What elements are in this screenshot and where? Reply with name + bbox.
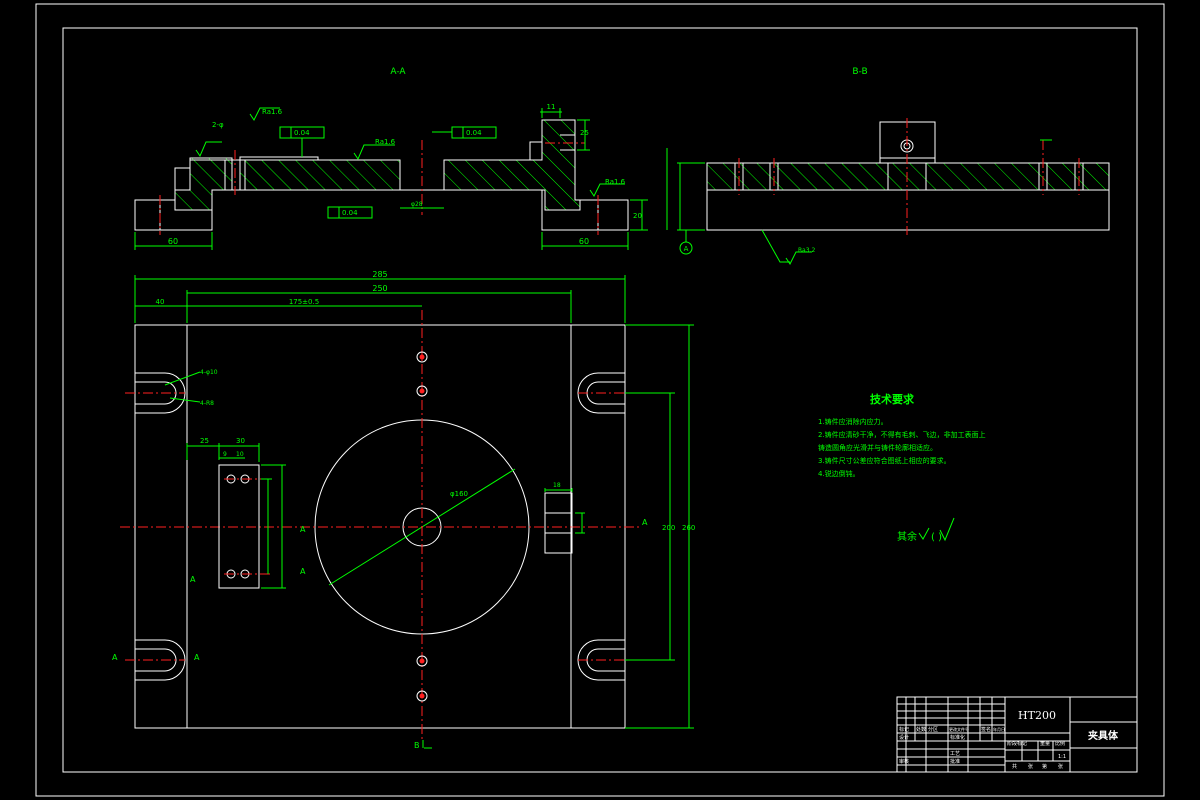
tech-req-line-5: 4.锐边倒钝。 [818,469,860,478]
tb-part-name: 夹具体 [1088,729,1119,742]
roughness-check-icon-2 [939,517,955,542]
tb-scale-label: 比例 [1055,740,1065,747]
title-block: 标记 处数 分区 更改文件号 签名 年月日 设计 标准化 审核 工艺 批准 HT… [896,696,1138,773]
tech-req-line-3: 铸造圆角应光滑并与铸件轮廓相适应。 [818,443,937,452]
dim-60-right: 60 [579,237,589,246]
dim-10: 10 [236,451,244,458]
tb-sheet: 张 [1028,763,1033,770]
dim-4r8: 4-R8 [200,400,214,407]
tb-date: 年月日 [993,726,1005,732]
section-aa-hatch [174,119,581,211]
dim-11: 11 [547,103,556,111]
dim-260: 260 [682,524,695,532]
tb-sign: 签名 [981,726,991,733]
tb-scale: 1:1 [1058,754,1066,760]
u-slot-top-left [135,372,186,414]
section-mark-a-block-left: A [190,575,196,584]
tech-req-title: 技术要求 [870,392,915,406]
tolerance-2: 0.04 [466,129,482,137]
roughness-paren: ( ) [931,532,942,543]
dim-200: 200 [662,524,675,532]
tb-standard: 标准化 [950,734,965,741]
dim-20: 20 [633,212,642,220]
dim-2-phi: 2-φ [212,121,224,129]
section-bb-label: B-B [852,67,867,77]
tech-req-line-1: 1.铸件应消除内应力。 [818,417,888,426]
dim-250: 250 [372,284,387,293]
dim-285: 285 [372,270,387,279]
other-roughness-label: 其余 [897,530,917,543]
tb-count: 处数 [916,726,926,733]
tb-change-doc: 更改文件号 [949,726,969,732]
tb-zone: 分区 [928,726,938,733]
dim-block-25: 25 [200,437,209,445]
section-aa-view: 60 60 20 11 25 0.04 0.04 0.04 2-φ Ra1.6 [134,103,648,250]
plan-view: φ160 25 30 9 10 18 285 250 40 175±0.5 20… [112,270,695,750]
dim-block-30: 30 [236,437,245,445]
section-mark-b: B [414,741,420,750]
tech-req-line-4: 3.铸件尺寸公差应符合图纸上相应的要求。 [818,456,951,465]
tb-material: HT200 [1018,709,1056,722]
roughness-a: Ra1.6 [262,108,283,116]
tb-mark: 标记 [899,726,909,733]
roughness-bb: Ra3.2 [798,247,815,254]
section-bb-hatch [706,162,1110,191]
tolerance-1: 0.04 [294,129,310,137]
roughness-b: Ra1.6 [375,138,396,146]
section-aa-label: A-A [390,67,406,77]
dim-60-left: 60 [168,237,178,246]
tb-sheet-2: 张 [1058,763,1063,770]
technical-requirements: 技术要求 1.铸件应消除内应力。 2.铸件应清砂干净，不得有毛刺、飞边，非加工表… [818,392,986,543]
section-bb-view: A Ra3.2 [666,118,1110,265]
tolerance-3: 0.04 [342,209,358,217]
tb-total: 共 [1012,763,1017,770]
dim-40: 40 [156,298,165,306]
tb-approve: 批准 [950,758,960,765]
side-block [544,492,573,554]
dim-9: 9 [223,451,227,458]
tb-no: 第 [1042,763,1047,770]
tech-req-line-2: 2.铸件应清砂干净，不得有毛刺、飞边，非加工表面上 [818,430,986,439]
drawing-canvas: A-A 60 60 20 11 25 0.04 0.04 0.04 2-φ Ra… [35,3,1165,797]
roughness-check-icon [918,527,930,540]
dim-18: 18 [553,482,561,489]
tb-design: 设计 [899,734,909,741]
tb-process: 工艺 [950,751,960,757]
section-mark-a-mid-right: A [642,518,648,527]
section-mark-a-mid-left: A [300,525,306,534]
dim-25: 25 [580,129,589,137]
dim-hole: φ28 [411,201,423,208]
section-mark-a-right: A [194,653,200,662]
section-mark-a-block-right: A [300,567,306,576]
dim-phi160: φ160 [450,490,468,498]
roughness-c: Ra1.6 [605,178,626,186]
tb-review: 审核 [899,758,909,765]
dim-175: 175±0.5 [289,298,319,306]
datum-a: A [684,245,689,253]
tb-weight: 重量 [1040,740,1050,747]
section-mark-a-left: A [112,653,118,662]
tb-stage: 阶段标记 [1007,740,1027,747]
u-slot-bottom-left [135,639,186,681]
dim-4phi10: 4-φ10 [200,369,218,376]
